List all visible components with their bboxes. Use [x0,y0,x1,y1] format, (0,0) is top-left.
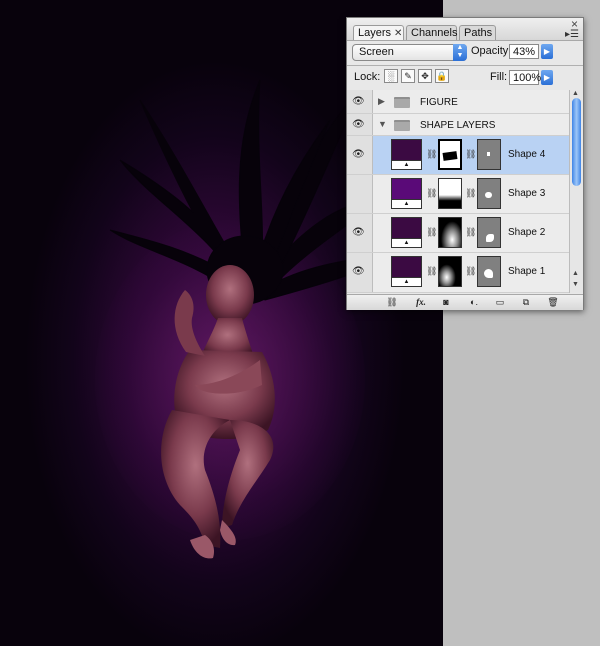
layers-panel: Layers ✕ Channels Paths × ▸☰ Screen ▲ ▼ Op… [346,17,584,310]
layer-mask-thumbnail[interactable] [438,256,462,287]
lock-image-icon[interactable]: ✎ [401,69,415,83]
layer-row-shape-1[interactable]: 👁 ▲ ⛓ ⛓ Shape 1 [347,253,569,293]
layer-name: SHAPE LAYERS [420,120,496,131]
lock-label: Lock: [354,71,381,83]
blend-mode-stepper-icon: ▲ ▼ [453,44,467,61]
layer-row-shape-4[interactable]: 👁 ▲ ⛓ ⛓ Shape 4 [347,136,569,175]
layer-mask-thumbnail[interactable] [438,217,462,248]
fx-icon[interactable]: fx. [410,296,432,308]
scroll-down-icon[interactable]: ▼ [572,281,579,288]
mask-shape [442,151,458,161]
fill-color-thumbnail[interactable]: ▲ [391,256,422,287]
tab-layers-label: Layers [358,27,392,39]
tab-layers[interactable]: Layers ✕ [353,25,404,40]
opacity-slider-arrow-icon[interactable]: ▶ [541,44,553,59]
layer-list-scrollbar[interactable]: ▲ ▲ ▼ [569,90,583,293]
adjust-icon: ▲ [392,238,421,247]
layer-group-figure[interactable]: 👁 ▶ FIGURE [347,90,569,114]
layer-name: FIGURE [420,97,458,108]
layer-name: Shape 3 [508,188,546,199]
adjust-icon: ▲ [392,199,421,208]
layer-name: Shape 2 [508,227,546,238]
link-icon[interactable]: ⛓ [465,188,476,199]
visibility-cell: 👁 [347,114,373,135]
vector-shape [484,269,493,278]
visibility-cell: 👁 [347,90,373,113]
link-icon[interactable]: ⛓ [426,266,437,277]
link-layers-icon[interactable]: ⛓ [381,296,403,308]
layer-group-shape-layers[interactable]: 👁 ▼ SHAPE LAYERS [347,114,569,136]
layer-row-shape-3[interactable]: ▲ ⛓ ⛓ Shape 3 [347,175,569,214]
adjustment-layer-icon[interactable]: ◐. [465,296,483,308]
tab-paths-label: Paths [464,27,493,39]
layer-mask-thumbnail[interactable] [438,178,462,209]
scroll-up-icon[interactable]: ▲ [572,90,579,97]
opacity-label: Opacity: [471,45,512,57]
tab-channels-label: Channels [411,27,458,39]
folder-icon [394,97,410,108]
eye-icon[interactable]: 👁 [352,149,365,160]
layer-name: Shape 1 [508,266,546,277]
collapse-triangle-icon[interactable]: ▼ [378,119,387,129]
vector-shape [486,234,494,242]
close-tab-icon[interactable]: ✕ [394,28,402,39]
divider [347,65,583,66]
lock-all-icon[interactable]: 🔒 [435,69,449,83]
link-icon[interactable]: ⛓ [426,188,437,199]
blend-mode-select[interactable]: Screen ▲ ▼ [352,44,467,61]
scroll-thumb[interactable] [572,98,581,186]
visibility-cell: 👁 [347,214,373,252]
tab-paths[interactable]: Paths [459,25,496,40]
layer-row-shape-2[interactable]: 👁 ▲ ⛓ ⛓ Shape 2 [347,214,569,253]
link-icon[interactable]: ⛓ [465,266,476,277]
eye-icon[interactable]: 👁 [352,227,365,238]
scroll-up-icon[interactable]: ▲ [572,270,579,277]
layer-mask-thumbnail[interactable] [438,139,462,170]
fill-input[interactable]: 100% [509,70,541,85]
expand-triangle-icon[interactable]: ▶ [378,96,385,107]
visibility-cell [347,175,373,213]
lock-transparent-icon[interactable]: ░ [384,69,398,83]
eye-icon[interactable]: 👁 [352,119,365,130]
fill-color-thumbnail[interactable]: ▲ [391,217,422,248]
layer-list: 👁 ▶ FIGURE 👁 ▼ SHAPE LAYERS 👁 ▲ ⛓ ⛓ Shap… [347,90,569,293]
eye-icon[interactable]: 👁 [352,266,365,277]
layer-name: Shape 4 [508,149,546,160]
add-mask-icon[interactable]: ◙ [438,296,454,308]
trash-icon[interactable]: 🗑 [546,296,560,308]
vector-mask-thumbnail[interactable] [477,217,501,248]
vector-shape [487,152,490,156]
visibility-cell: 👁 [347,253,373,292]
fill-color-thumbnail[interactable]: ▲ [391,139,422,170]
visibility-cell: 👁 [347,136,373,174]
vector-mask-thumbnail[interactable] [477,139,501,170]
fill-color-thumbnail[interactable]: ▲ [391,178,422,209]
link-icon[interactable]: ⛓ [465,149,476,160]
lock-position-icon[interactable]: ✥ [418,69,432,83]
vector-mask-thumbnail[interactable] [477,256,501,287]
fill-slider-arrow-icon[interactable]: ▶ [541,70,553,85]
eye-icon[interactable]: 👁 [352,96,365,107]
new-layer-icon[interactable]: ⧉ [519,296,533,308]
panel-menu-icon[interactable]: ▸☰ [565,29,579,40]
vector-mask-thumbnail[interactable] [477,178,501,209]
tab-channels[interactable]: Channels [406,25,457,40]
opacity-input[interactable]: 43% [509,44,539,59]
link-icon[interactable]: ⛓ [465,227,476,238]
folder-icon [394,120,410,131]
adjust-icon: ▲ [392,277,421,286]
adjust-icon: ▲ [392,160,421,169]
vector-shape [485,192,492,198]
new-group-icon[interactable]: ▭ [493,296,507,308]
fill-label: Fill: [490,71,508,83]
panel-titlebar[interactable]: Layers ✕ Channels Paths × ▸☰ [347,17,583,41]
blend-mode-value: Screen [359,46,394,58]
link-icon[interactable]: ⛓ [426,227,437,238]
link-icon[interactable]: ⛓ [426,149,437,160]
panel-bottom-toolbar: ⛓ fx. ◙ ◐. ▭ ⧉ 🗑 [347,294,583,310]
